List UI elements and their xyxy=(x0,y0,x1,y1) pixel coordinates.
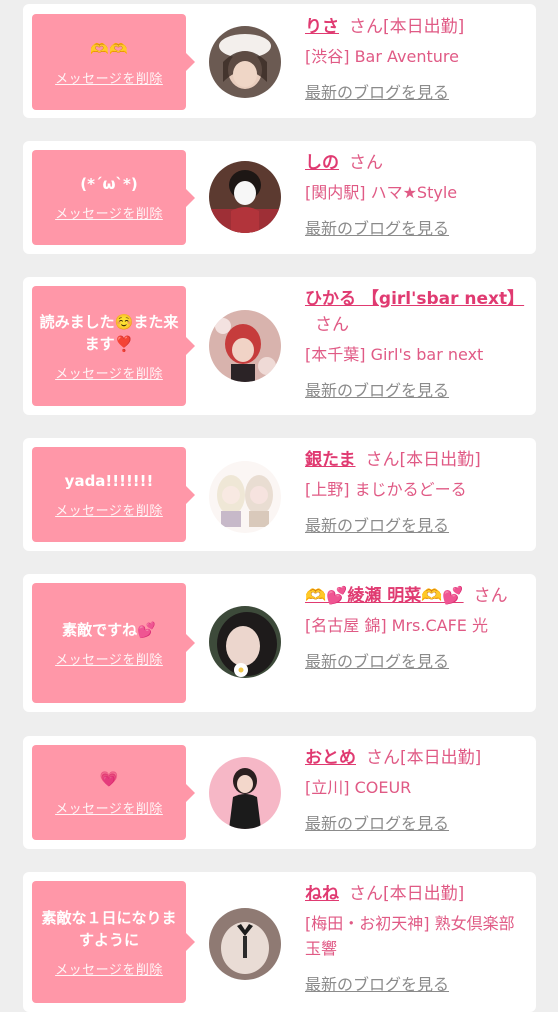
shop-label: [上野] まじかるどーる xyxy=(305,480,467,499)
cast-name-link[interactable]: おとめ xyxy=(305,748,356,768)
message-text: 🫶🫶 xyxy=(90,39,128,58)
san-label: さん xyxy=(349,17,383,37)
message-bubble: 💗 メッセージを削除 xyxy=(32,745,195,840)
san-label: さん xyxy=(366,748,400,768)
latest-blog-link[interactable]: 最新のブログを見る xyxy=(305,512,527,536)
cast-info: りさ さん[本日出勤] [渋谷] Bar Aventure 最新のブログを見る xyxy=(305,14,527,103)
status-badge: [本日出勤] xyxy=(383,17,465,37)
san-label: さん xyxy=(365,450,400,470)
cast-info: おとめ さん[本日出勤] [立川] COEUR 最新のブログを見る xyxy=(305,745,527,834)
delete-message-link[interactable]: メッセージを削除 xyxy=(55,500,163,519)
cast-info: しの さん [関内駅] ハマ★Style 最新のブログを見る xyxy=(305,150,527,239)
cast-name-link[interactable]: ひかる 【girl'sbar next】 xyxy=(305,289,524,309)
cast-info: ねね さん[本日出勤] [梅田・お初天神] 熟女倶楽部 玉響 最新のブログを見る xyxy=(305,881,527,995)
san-label: さん xyxy=(473,586,508,606)
avatar[interactable] xyxy=(209,606,281,678)
avatar[interactable] xyxy=(209,161,281,233)
avatar[interactable] xyxy=(209,908,281,980)
cast-name-link[interactable]: しの xyxy=(305,153,339,173)
message-text: (*´ω`*) xyxy=(80,175,138,193)
cast-info: 🫶💕綾瀬 明菜🫶💕 さん [名古屋 錦] Mrs.CAFE 光 最新のブログを見る xyxy=(305,583,527,672)
message-card: 素敵ですね💕 メッセージを削除 🫶💕綾瀬 明菜🫶💕 さん [名古屋 錦] Mrs.… xyxy=(23,574,536,712)
message-text: 読みました☺️また来ます❣️ xyxy=(39,312,179,353)
message-list: 🫶🫶 メッセージを削除 りさ さん[本日出勤] [渋谷] Bar Aventure… xyxy=(0,0,558,1012)
message-card: (*´ω`*) メッセージを削除 しの さん [関内駅] ハマ★Style 最新の… xyxy=(23,141,536,254)
message-card: 💗 メッセージを削除 おとめ さん[本日出勤] [立川] COEUR 最新のブログ… xyxy=(23,736,536,849)
message-text: 素敵ですね💕 xyxy=(62,620,156,639)
message-card: 読みました☺️また来ます❣️ メッセージを削除 ひかる 【girl'sbar n… xyxy=(23,277,536,415)
shop-label: [渋谷] Bar Aventure xyxy=(305,47,459,66)
cast-name-link[interactable]: 銀たま xyxy=(305,450,356,470)
cast-name-link[interactable]: 🫶💕綾瀬 明菜🫶💕 xyxy=(305,586,464,606)
latest-blog-link[interactable]: 最新のブログを見る xyxy=(305,377,527,401)
delete-message-link[interactable]: メッセージを削除 xyxy=(55,363,163,382)
avatar[interactable] xyxy=(209,757,281,829)
delete-message-link[interactable]: メッセージを削除 xyxy=(55,798,163,817)
status-badge: [本日出勤] xyxy=(400,748,482,768)
cast-info: ひかる 【girl'sbar next】さん [本千葉] Girl's bar … xyxy=(305,286,527,401)
message-bubble: (*´ω`*) メッセージを削除 xyxy=(32,150,195,245)
message-bubble: 読みました☺️また来ます❣️ メッセージを削除 xyxy=(32,286,195,406)
san-label: さん xyxy=(349,884,383,904)
message-text: yada!!!!!!! xyxy=(64,472,154,490)
san-label: さん xyxy=(349,153,383,173)
avatar[interactable] xyxy=(209,461,281,533)
message-card: 素敵な１日になりますように メッセージを削除 ねね さん[本日出勤] [梅田・お初… xyxy=(23,872,536,1012)
latest-blog-link[interactable]: 最新のブログを見る xyxy=(305,79,527,103)
shop-label: [梅田・お初天神] 熟女倶楽部 玉響 xyxy=(305,914,515,958)
status-badge: [本日出勤] xyxy=(383,884,465,904)
message-text: 素敵な１日になりますように xyxy=(41,908,177,949)
delete-message-link[interactable]: メッセージを削除 xyxy=(55,959,163,978)
shop-label: [立川] COEUR xyxy=(305,778,412,797)
message-bubble: 🫶🫶 メッセージを削除 xyxy=(32,14,195,110)
avatar[interactable] xyxy=(209,310,281,382)
latest-blog-link[interactable]: 最新のブログを見る xyxy=(305,215,527,239)
delete-message-link[interactable]: メッセージを削除 xyxy=(55,68,163,87)
latest-blog-link[interactable]: 最新のブログを見る xyxy=(305,971,527,995)
shop-label: [名古屋 錦] Mrs.CAFE 光 xyxy=(305,616,488,635)
delete-message-link[interactable]: メッセージを削除 xyxy=(55,203,163,222)
cast-info: 銀たま さん[本日出勤] [上野] まじかるどーる 最新のブログを見る xyxy=(305,447,527,536)
status-badge: [本日出勤] xyxy=(399,450,481,470)
message-card: yada!!!!!!! メッセージを削除 銀たま さん[本日出勤] [上野] まじ… xyxy=(23,438,536,551)
cast-name-link[interactable]: りさ xyxy=(305,17,339,37)
shop-label: [関内駅] ハマ★Style xyxy=(305,183,458,202)
shop-label: [本千葉] Girl's bar next xyxy=(305,345,484,364)
latest-blog-link[interactable]: 最新のブログを見る xyxy=(305,648,527,672)
message-bubble: 素敵ですね💕 メッセージを削除 xyxy=(32,583,195,703)
message-card: 🫶🫶 メッセージを削除 りさ さん[本日出勤] [渋谷] Bar Aventure… xyxy=(23,4,536,118)
message-bubble: 素敵な１日になりますように メッセージを削除 xyxy=(32,881,195,1003)
message-text: 💗 xyxy=(99,770,119,788)
latest-blog-link[interactable]: 最新のブログを見る xyxy=(305,810,527,834)
delete-message-link[interactable]: メッセージを削除 xyxy=(55,649,163,668)
san-label: さん xyxy=(315,315,349,335)
avatar[interactable] xyxy=(209,26,281,98)
message-bubble: yada!!!!!!! メッセージを削除 xyxy=(32,447,195,542)
cast-name-link[interactable]: ねね xyxy=(305,884,339,904)
